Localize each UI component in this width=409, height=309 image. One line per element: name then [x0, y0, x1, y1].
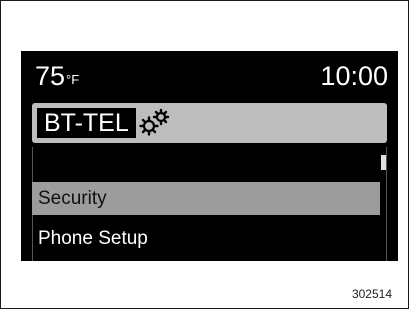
gears-icon: [139, 108, 170, 136]
clock: 10:00: [320, 61, 388, 91]
menu-item-phone-setup[interactable]: Phone Setup: [32, 222, 380, 255]
mode-label: BT-TEL: [37, 108, 136, 138]
temperature-unit: °F: [66, 72, 80, 87]
display-screen: 75°F 10:00 BT-TEL Security Phone Setup: [21, 51, 398, 261]
scrollbar-thumb[interactable]: [381, 155, 386, 170]
outside-temperature: 75°F: [35, 61, 79, 95]
figure-number: 302514: [351, 287, 392, 301]
temperature-value: 75: [35, 61, 66, 91]
menu-item-security[interactable]: Security: [32, 182, 380, 215]
